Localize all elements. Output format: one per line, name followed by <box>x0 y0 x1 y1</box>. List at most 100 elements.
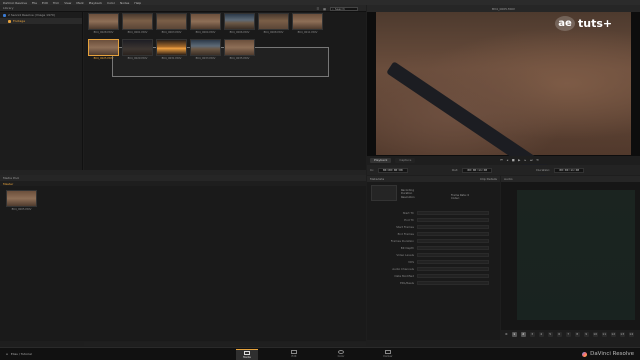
loop-icon[interactable]: ⟲ <box>535 158 539 162</box>
menu-view[interactable]: View <box>64 1 71 5</box>
meta-value[interactable] <box>417 246 489 250</box>
go-to-end-icon[interactable]: ⏭ <box>529 158 533 162</box>
meta-key: Bit Depth <box>400 246 414 250</box>
meta-value[interactable] <box>417 274 489 278</box>
meta-row-end-tc: End TC <box>367 217 500 223</box>
metadata-mode-select[interactable]: Clip Details <box>480 177 497 181</box>
metadata-info: Recording Duration Resolution <box>401 189 415 199</box>
page-tab-edit[interactable]: Edit <box>283 349 305 360</box>
page-tab-color[interactable]: Color <box>330 349 352 360</box>
clip-thumbnail[interactable]: BV4_0028.MOV <box>88 13 119 39</box>
pool-clip-thumbnail[interactable]: BV4_0005.MOV <box>6 190 37 216</box>
channel-4[interactable]: 4 <box>538 331 544 337</box>
clip-image <box>224 39 255 56</box>
go-to-start-icon[interactable]: ⏮ <box>499 158 503 162</box>
in-timecode[interactable]: 00:00:00:00 <box>377 167 408 173</box>
media-pool[interactable] <box>0 186 366 341</box>
meta-value[interactable] <box>417 239 489 243</box>
channel-1[interactable]: 1 <box>511 331 517 337</box>
clip-image <box>156 13 187 30</box>
clip-label: BV4_0001.MOV <box>127 31 148 34</box>
folder-icon <box>8 19 11 23</box>
meta-key: End Frames <box>397 232 414 236</box>
clip-thumbnail[interactable]: BV4_0033.MOV <box>190 39 221 65</box>
meta-row-frames-duration: Frames Duration <box>367 238 500 244</box>
thumbnail-view-icon[interactable]: ▦ <box>323 7 326 11</box>
bin-master[interactable]: Master <box>3 182 13 186</box>
meta-value[interactable] <box>417 253 489 257</box>
channel-14[interactable]: 14 <box>628 331 634 337</box>
channel-9[interactable]: 9 <box>583 331 589 337</box>
clip-thumbnail[interactable]: BV4_0003.MOV <box>156 13 187 39</box>
clip-thumbnail[interactable]: BV4_0011.MOV <box>292 13 323 39</box>
meta-value[interactable] <box>417 225 489 229</box>
channel-3[interactable]: 3 <box>529 331 535 337</box>
tree-item-footage[interactable]: Footage <box>0 18 82 24</box>
clip-thumbnail[interactable]: BV4_0006.MOV <box>224 13 255 39</box>
search-placeholder: Search <box>334 6 345 11</box>
tab-capture[interactable]: Capture <box>395 157 416 163</box>
meta-value[interactable] <box>417 232 489 236</box>
menu-help[interactable]: Help <box>134 1 141 5</box>
clip-thumbnail-selected[interactable]: BV4_0025.MOV <box>88 39 119 65</box>
clip-thumbnail[interactable]: BV4_0031.MOV <box>156 39 187 65</box>
audio-settings-icon[interactable]: ⚙ <box>505 332 508 336</box>
page-tab-deliver[interactable]: Deliver <box>377 349 399 360</box>
channel-2[interactable]: 2 <box>520 331 526 337</box>
tab-playback[interactable]: Playback <box>370 157 392 163</box>
step-back-icon[interactable]: ◂ <box>505 158 509 162</box>
clip-thumbnail[interactable]: BV4_0035.MOV <box>224 39 255 65</box>
menu-nodes[interactable]: Nodes <box>120 1 129 5</box>
page-tab-label: Deliver <box>383 355 393 358</box>
library-title: Library <box>3 6 14 10</box>
menu-trim[interactable]: Trim <box>53 1 59 5</box>
menu-mark[interactable]: Mark <box>76 1 83 5</box>
menu-color[interactable]: Color <box>107 1 115 5</box>
clip-thumbnail[interactable]: BV4_0029.MOV <box>122 39 153 65</box>
search-input[interactable]: ⌕ Search <box>330 6 358 11</box>
media-page-icon <box>244 350 250 355</box>
play-icon[interactable]: ▶ <box>517 158 521 162</box>
channel-8[interactable]: 8 <box>574 331 580 337</box>
meta-value[interactable] <box>417 260 489 264</box>
stop-icon[interactable]: ■ <box>511 158 515 162</box>
audio-channel-selector: ⚙ 1 2 3 4 5 6 7 8 9 10 11 12 13 14 <box>505 331 639 337</box>
channel-11[interactable]: 11 <box>601 331 607 337</box>
home-icon[interactable]: ⌂ <box>6 352 8 356</box>
list-view-icon[interactable]: ☰ <box>316 7 319 11</box>
meta-key: VDS <box>408 260 414 264</box>
clip-label: BV4_0025.MOV <box>93 57 114 60</box>
meta-value[interactable] <box>417 267 489 271</box>
clip-label: BV4_0011.MOV <box>297 31 318 34</box>
menu-playback[interactable]: Playback <box>89 1 102 5</box>
menu-davinci[interactable]: DaVinci Resolve <box>3 1 27 5</box>
clip-thumbnail[interactable]: BV4_0001.MOV <box>122 13 153 39</box>
menu-file[interactable]: File <box>32 1 37 5</box>
meta-value[interactable] <box>417 281 489 285</box>
step-forward-icon[interactable]: ▸ <box>523 158 527 162</box>
meta-row-edl-reels: EDL/Reels <box>367 280 500 286</box>
channel-12[interactable]: 12 <box>610 331 616 337</box>
page-tab-media[interactable]: Media <box>236 348 258 360</box>
clip-thumbnail[interactable]: BV4_0004.MOV <box>190 13 221 39</box>
meta-value[interactable] <box>417 211 489 215</box>
media-pool-scrollbar[interactable] <box>84 342 366 346</box>
project-info: ⌂ Elias / Tutorial <box>0 352 200 356</box>
channel-6[interactable]: 6 <box>556 331 562 337</box>
media-pool-header: Media Pool <box>0 175 366 181</box>
clip-image <box>6 190 37 207</box>
channel-13[interactable]: 13 <box>619 331 625 337</box>
clip-label: BV4_0004.MOV <box>195 31 216 34</box>
menu-edit[interactable]: Edit <box>42 1 48 5</box>
meta-value[interactable] <box>417 218 489 222</box>
meta-row-start-frames: Start Frames <box>367 224 500 230</box>
channel-5[interactable]: 5 <box>547 331 553 337</box>
channel-7[interactable]: 7 <box>565 331 571 337</box>
clip-thumbnail[interactable]: BV4_0008.MOV <box>258 13 289 39</box>
channel-10[interactable]: 10 <box>592 331 598 337</box>
clip-label: BV4_0033.MOV <box>195 57 216 60</box>
page-tabs: Media Edit Color Deliver <box>236 348 399 360</box>
out-label: Out: <box>451 168 459 172</box>
out-timecode[interactable]: 00:00:11:00 <box>462 167 493 173</box>
meta-key: Audio Channels <box>392 267 414 271</box>
